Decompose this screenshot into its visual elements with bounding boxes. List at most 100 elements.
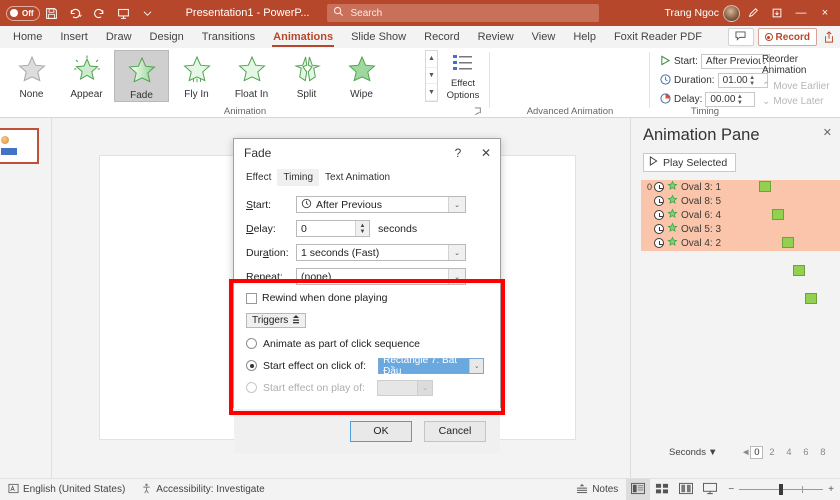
chevron-down-icon[interactable]: ⌄ [448,269,465,284]
animation-float-in[interactable]: Float In [224,50,279,102]
notes-button[interactable]: Notes [568,479,626,500]
triggers-button[interactable]: Triggers [246,313,307,328]
animation-label: Oval 6: 4 [681,209,722,221]
zoom-thumb[interactable] [779,484,784,495]
close-icon[interactable]: ✕ [823,126,832,139]
tab-home[interactable]: Home [4,26,51,48]
tab-timing[interactable]: Timing [277,169,320,186]
timing-delay-input[interactable]: 00.00 ▲ ▼ [705,92,756,107]
cancel-button[interactable]: Cancel [424,420,486,442]
zoom-slider[interactable]: − + [722,484,840,495]
animation-appear[interactable]: Appear [59,50,114,102]
tab-effect[interactable]: Effect [240,169,277,186]
help-button[interactable]: ? [444,139,472,167]
tab-draw[interactable]: Draw [97,26,141,48]
star-effect-icon [667,236,678,250]
gallery-scroll-up[interactable]: ▲ [426,51,437,68]
chevron-down-icon[interactable]: ⌄ [448,197,465,212]
save-icon[interactable] [40,2,64,24]
timeline-bar[interactable] [793,265,805,276]
account-name[interactable]: Trang Ngoc [665,7,719,19]
tab-view[interactable]: View [523,26,565,48]
gallery-more-button[interactable]: ▼ [426,84,437,102]
pen-icon[interactable] [742,2,764,24]
animation-pane: Animation Pane ✕ Play Selected 0 Oval 3:… [630,118,840,478]
radio-start-on-click[interactable] [246,360,257,371]
move-earlier-label: Move Earlier [773,81,830,92]
tab-foxit-reader-pdf[interactable]: Foxit Reader PDF [605,26,711,48]
record-button[interactable]: Record [757,28,817,46]
gallery-scrollbar[interactable]: ▲ ▼ ▼ [425,50,438,102]
zoom-track[interactable] [739,484,824,495]
duration-select[interactable]: 1 seconds (Fast) ⌄ [296,244,466,261]
rewind-checkbox[interactable] [246,292,257,304]
zoom-in-button[interactable]: + [823,484,834,495]
avatar[interactable] [723,4,740,22]
slide-sorter-button[interactable] [650,479,674,500]
animation-wipe[interactable]: Wipe [334,50,389,102]
tab-record[interactable]: Record [415,26,468,48]
trigger-shape-select[interactable]: Rectangle 7: Bắt Đầu ⌄ [378,355,485,377]
list-item[interactable]: 0 Oval 3: 1 [641,180,840,194]
comments-button[interactable] [727,28,754,46]
slideshow-button[interactable] [698,479,722,500]
gallery-scroll-down[interactable]: ▼ [426,68,437,85]
tab-review[interactable]: Review [469,26,523,48]
star-effect-icon [667,222,678,236]
animation-none[interactable]: None [4,50,59,102]
animation-split[interactable]: Split [279,50,334,102]
timeline-bar[interactable] [759,181,771,192]
tab-slide-show[interactable]: Slide Show [342,26,415,48]
language-status[interactable]: English (United States) [0,479,133,500]
close-window-button[interactable]: × [814,2,836,24]
redo-icon[interactable] [88,2,112,24]
chevron-down-icon[interactable] [136,2,160,24]
option-click-sequence[interactable]: Animate as part of click sequence [246,335,488,352]
chevron-down-icon[interactable]: ⌄ [448,245,465,260]
tab-design[interactable]: Design [141,26,193,48]
tab-help[interactable]: Help [564,26,605,48]
tab-text-animation[interactable]: Text Animation [319,169,396,186]
ok-button[interactable]: OK [350,420,412,442]
rewind-checkbox-row[interactable]: Rewind when done playing [246,292,488,304]
share-icon[interactable] [821,28,837,46]
animation-fly-in[interactable]: Fly In [169,50,224,102]
duration-spinner[interactable]: ▲ ▼ [748,75,757,87]
zoom-out-button[interactable]: − [728,484,739,495]
radio-click-sequence[interactable] [246,338,257,349]
tab-insert[interactable]: Insert [51,26,97,48]
restore-window-icon[interactable] [766,2,788,24]
list-item[interactable]: Oval 4: 2 [641,236,840,304]
chevron-down-icon: ⌄ [416,380,432,395]
tab-animations[interactable]: Animations [264,26,342,48]
repeat-select[interactable]: (none) ⌄ [296,268,466,285]
list-item[interactable]: Oval 6: 4 [641,208,840,248]
list-item[interactable]: Oval 8: 5 [641,194,840,220]
dialog-close-button[interactable]: ✕ [472,139,500,167]
animation-fade[interactable]: Fade [114,50,169,102]
reading-view-button[interactable] [674,479,698,500]
delay-spinner[interactable]: ▲ ▼ [735,94,744,106]
normal-view-button[interactable] [626,478,651,500]
seconds-dropdown[interactable]: Seconds ▼ [669,447,717,458]
undo-icon[interactable] [64,2,88,24]
effect-options-button[interactable]: Effect Options [440,52,486,104]
slide-thumbnail-1[interactable] [0,128,39,164]
option-start-on-click[interactable]: Start effect on click of: Rectangle 7: B… [246,355,488,377]
accessibility-status[interactable]: Accessibility: Investigate [133,479,272,500]
delay-input[interactable]: 0 ▲ ▼ [296,220,370,237]
scale-prev-icon[interactable]: ◄ [741,447,750,458]
list-item[interactable]: Oval 5: 3 [641,222,840,276]
chevron-down-icon[interactable]: ⌄ [469,358,484,373]
search-input[interactable]: Search [327,4,600,22]
minimize-button[interactable]: — [790,2,812,24]
delay-clock-icon [660,92,671,107]
autosave-toggle[interactable]: Off [6,5,40,21]
zoom-midpoint-tick [802,486,804,493]
timeline-bar[interactable] [805,293,817,304]
start-select[interactable]: After Previous ⌄ [296,196,466,213]
tab-transitions[interactable]: Transitions [193,26,264,48]
from-beginning-icon[interactable] [112,2,136,24]
play-selected-button[interactable]: Play Selected [643,153,737,172]
delay-spinner[interactable]: ▲ ▼ [355,221,369,236]
